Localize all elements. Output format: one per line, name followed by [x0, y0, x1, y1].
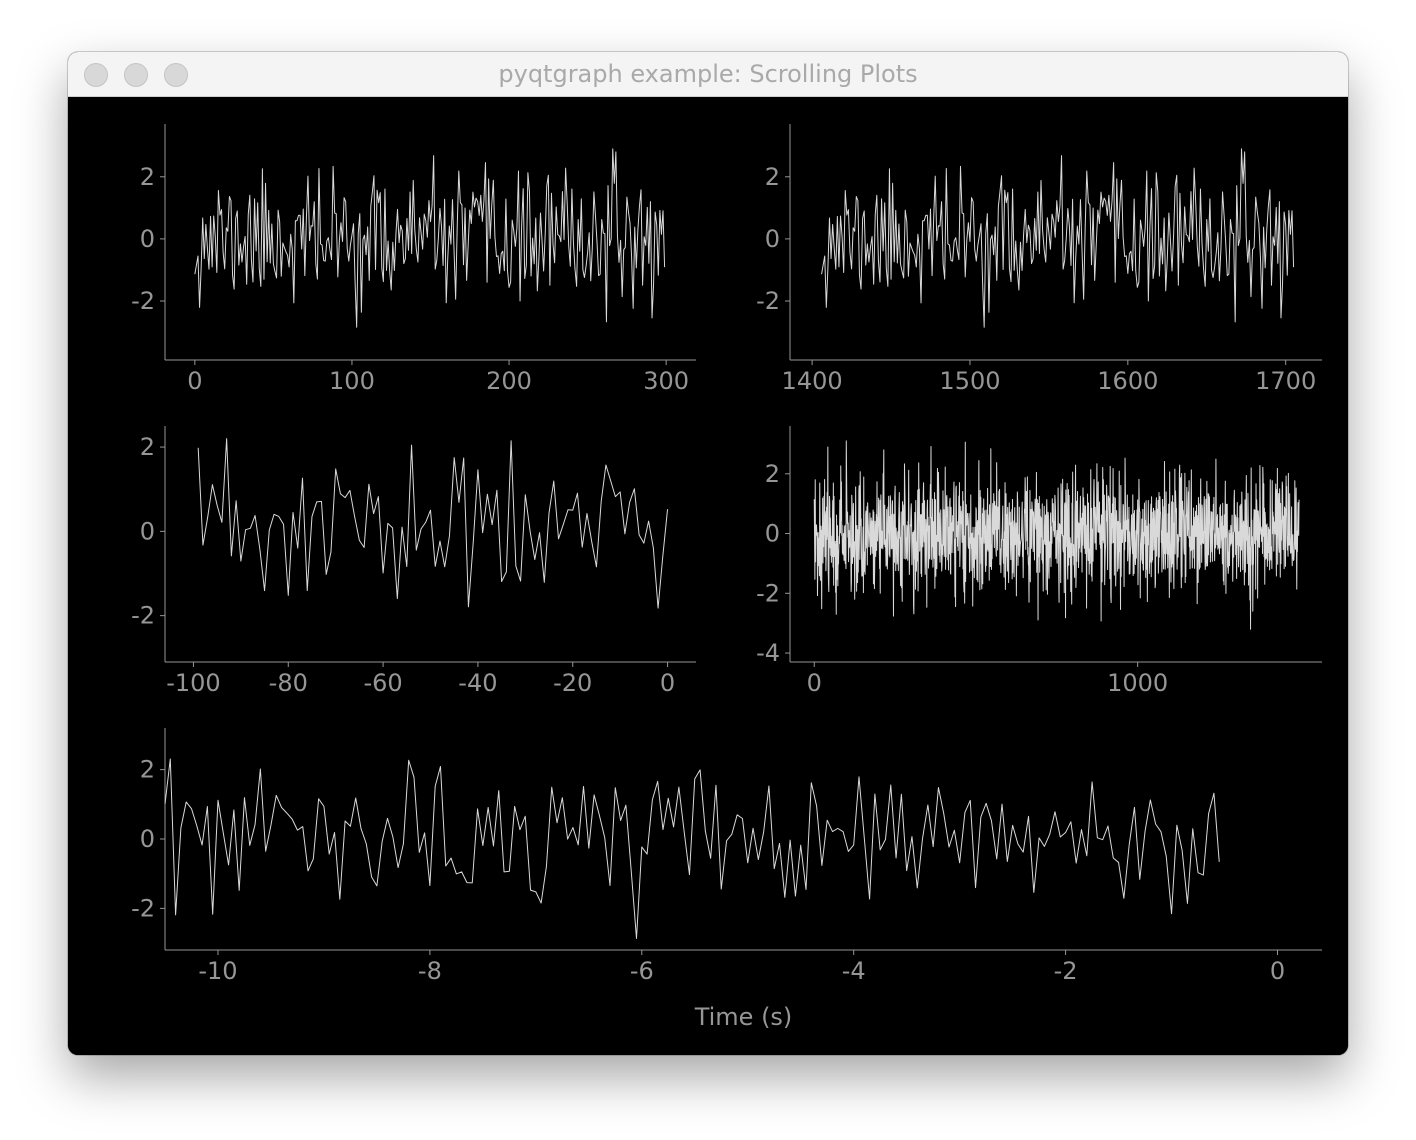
- x-tick-label: -6: [630, 957, 654, 985]
- x-tick-label: 300: [643, 367, 689, 395]
- x-axis-label: Time (s): [694, 1003, 793, 1031]
- x-tick-label: -100: [166, 669, 220, 697]
- plot-3: -100 -80 -60 -40 -20 0 2 0 -2: [131, 426, 696, 697]
- y-tick-label: 2: [765, 163, 780, 191]
- y-tick-label: 2: [140, 756, 155, 784]
- plot-area: 0 100 200 300 2 0 -2 1400 1500 1600 1700 2 0 -2 -100 -8…: [68, 97, 1348, 1055]
- y-tick-label: 2: [765, 460, 780, 488]
- y-tick-label: -2: [756, 287, 780, 315]
- x-tick-label: -10: [198, 957, 237, 985]
- x-tick-label: 1000: [1107, 669, 1168, 697]
- y-tick-label: -2: [131, 287, 155, 315]
- x-tick-label: -20: [553, 669, 592, 697]
- x-tick-label: 0: [187, 367, 202, 395]
- x-tick-label: 0: [660, 669, 675, 697]
- y-tick-label: 0: [140, 825, 155, 853]
- x-tick-label: -2: [1054, 957, 1078, 985]
- series-line: [821, 148, 1295, 328]
- y-tick-label: 0: [765, 225, 780, 253]
- app-window: pyqtgraph example: Scrolling Plots 0 100 2…: [68, 52, 1348, 1055]
- x-tick-label: -80: [269, 669, 308, 697]
- series-line: [164, 758, 1220, 940]
- y-tick-label: 2: [140, 433, 155, 461]
- x-tick-label: 1400: [782, 367, 843, 395]
- y-tick-label: 2: [140, 163, 155, 191]
- y-tick-label: 0: [140, 517, 155, 545]
- y-tick-label: -2: [131, 602, 155, 630]
- plot-4: 0 1000 2 0 -2 -4: [756, 426, 1322, 697]
- x-tick-label: 100: [329, 367, 375, 395]
- x-tick-label: 0: [807, 669, 822, 697]
- y-tick-label: -2: [131, 894, 155, 922]
- plot-1: 0 100 200 300 2 0 -2: [131, 124, 696, 395]
- plot-5: -10 -8 -6 -4 -2 0 2 0 -2 Time (s): [131, 728, 1322, 1031]
- y-tick-label: 0: [765, 520, 780, 548]
- x-tick-label: -8: [418, 957, 442, 985]
- y-tick-label: -4: [756, 639, 780, 667]
- title-bar: pyqtgraph example: Scrolling Plots: [68, 52, 1348, 97]
- x-tick-label: 1700: [1255, 367, 1316, 395]
- series-line: [197, 438, 669, 609]
- y-tick-label: -2: [756, 579, 780, 607]
- x-tick-label: -4: [842, 957, 866, 985]
- x-tick-label: -40: [458, 669, 497, 697]
- x-tick-label: 1600: [1097, 367, 1158, 395]
- series-line: [194, 148, 666, 328]
- y-tick-label: 0: [140, 225, 155, 253]
- series-line: [813, 440, 1300, 630]
- x-tick-label: 1500: [939, 367, 1000, 395]
- x-tick-label: -60: [363, 669, 402, 697]
- plots-canvas[interactable]: 0 100 200 30020-21400 1500 1600 170020-2-100 -8…: [68, 97, 1348, 1055]
- x-tick-label: 0: [1270, 957, 1285, 985]
- plot-2: 1400 1500 1600 1700 2 0 -2: [756, 124, 1322, 395]
- window-title: pyqtgraph example: Scrolling Plots: [498, 60, 918, 88]
- x-tick-label: 200: [486, 367, 532, 395]
